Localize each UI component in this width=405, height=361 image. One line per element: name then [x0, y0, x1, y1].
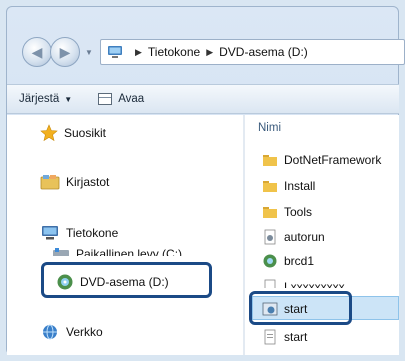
nav-item-libraries[interactable]: Kirjastot — [40, 173, 109, 191]
list-item[interactable]: DotNetFramework — [262, 152, 381, 168]
nav-item-local-disk[interactable]: Paikallinen levy (C:) — [52, 246, 182, 256]
nav-label: Suosikit — [64, 126, 107, 140]
hard-drive-icon — [53, 248, 69, 256]
settings-file-icon — [264, 229, 276, 245]
nav-item-network[interactable]: Verkko — [40, 323, 103, 341]
file-name: DotNetFramework — [284, 153, 382, 167]
open-button[interactable]: Avaa — [98, 93, 144, 105]
list-item[interactable]: Install — [262, 178, 315, 194]
forward-arrow-icon: ▶ — [59, 43, 71, 60]
file-name: autorun — [284, 230, 325, 244]
computer-icon — [108, 46, 122, 58]
list-item[interactable]: Lxxxxxxxxx — [262, 279, 345, 288]
nav-item-favorites[interactable]: Suosikit — [40, 124, 106, 142]
open-icon — [98, 93, 113, 105]
organize-label: Järjestä — [19, 93, 60, 105]
forward-button[interactable]: ▶ — [50, 37, 80, 67]
start-file-highlight — [249, 291, 352, 325]
library-icon — [40, 175, 60, 190]
document-icon — [264, 329, 276, 345]
nav-label: Tietokone — [66, 226, 119, 240]
folder-icon — [263, 181, 277, 192]
cd-setup-icon — [263, 254, 277, 268]
window-bottom-edge — [0, 355, 405, 361]
star-icon — [40, 124, 58, 142]
address-bar[interactable]: ▶ Tietokone ▶ DVD-asema (D:) — [100, 39, 405, 65]
nav-label: Paikallinen levy (C:) — [76, 247, 183, 256]
breadcrumb-separator: ▶ — [206, 46, 214, 57]
back-button[interactable]: ◀ — [22, 37, 52, 67]
nav-item-computer[interactable]: Tietokone — [40, 224, 118, 242]
breadcrumb-separator: ▶ — [135, 46, 142, 57]
recent-pages-dropdown[interactable]: ▼ — [85, 48, 95, 58]
list-item[interactable]: Tools — [262, 204, 312, 220]
file-name: Lxxxxxxxxx — [284, 280, 345, 288]
breadcrumb-dvd[interactable]: DVD-asema (D:) — [219, 45, 308, 59]
computer-icon — [42, 226, 58, 240]
chevron-down-icon: ▼ — [64, 94, 73, 104]
document-icon — [264, 279, 276, 288]
command-bar: Järjestä ▼ Avaa — [7, 84, 399, 114]
address-row: ◀ ▶ ▼ ▶ Tietokone ▶ DVD-asema (D:) — [14, 36, 405, 70]
nav-label: Kirjastot — [66, 175, 110, 189]
network-icon — [43, 324, 57, 340]
file-name: start — [284, 330, 308, 344]
folder-icon — [263, 207, 277, 218]
list-item[interactable]: autorun — [262, 229, 325, 245]
dvd-drive-highlight — [41, 262, 212, 298]
column-header-name[interactable]: Nimi — [258, 122, 281, 134]
nav-label: Verkko — [66, 325, 103, 339]
list-item[interactable]: brcd1 — [262, 253, 314, 269]
file-name: Tools — [284, 205, 313, 219]
file-name: Install — [284, 179, 316, 193]
list-item[interactable]: start — [262, 329, 307, 345]
organize-button[interactable]: Järjestä ▼ — [19, 93, 72, 105]
folder-icon — [263, 155, 277, 166]
open-label: Avaa — [118, 93, 145, 105]
file-name: brcd1 — [284, 254, 315, 268]
back-arrow-icon: ◀ — [31, 43, 43, 60]
breadcrumb-computer[interactable]: Tietokone — [148, 45, 200, 59]
